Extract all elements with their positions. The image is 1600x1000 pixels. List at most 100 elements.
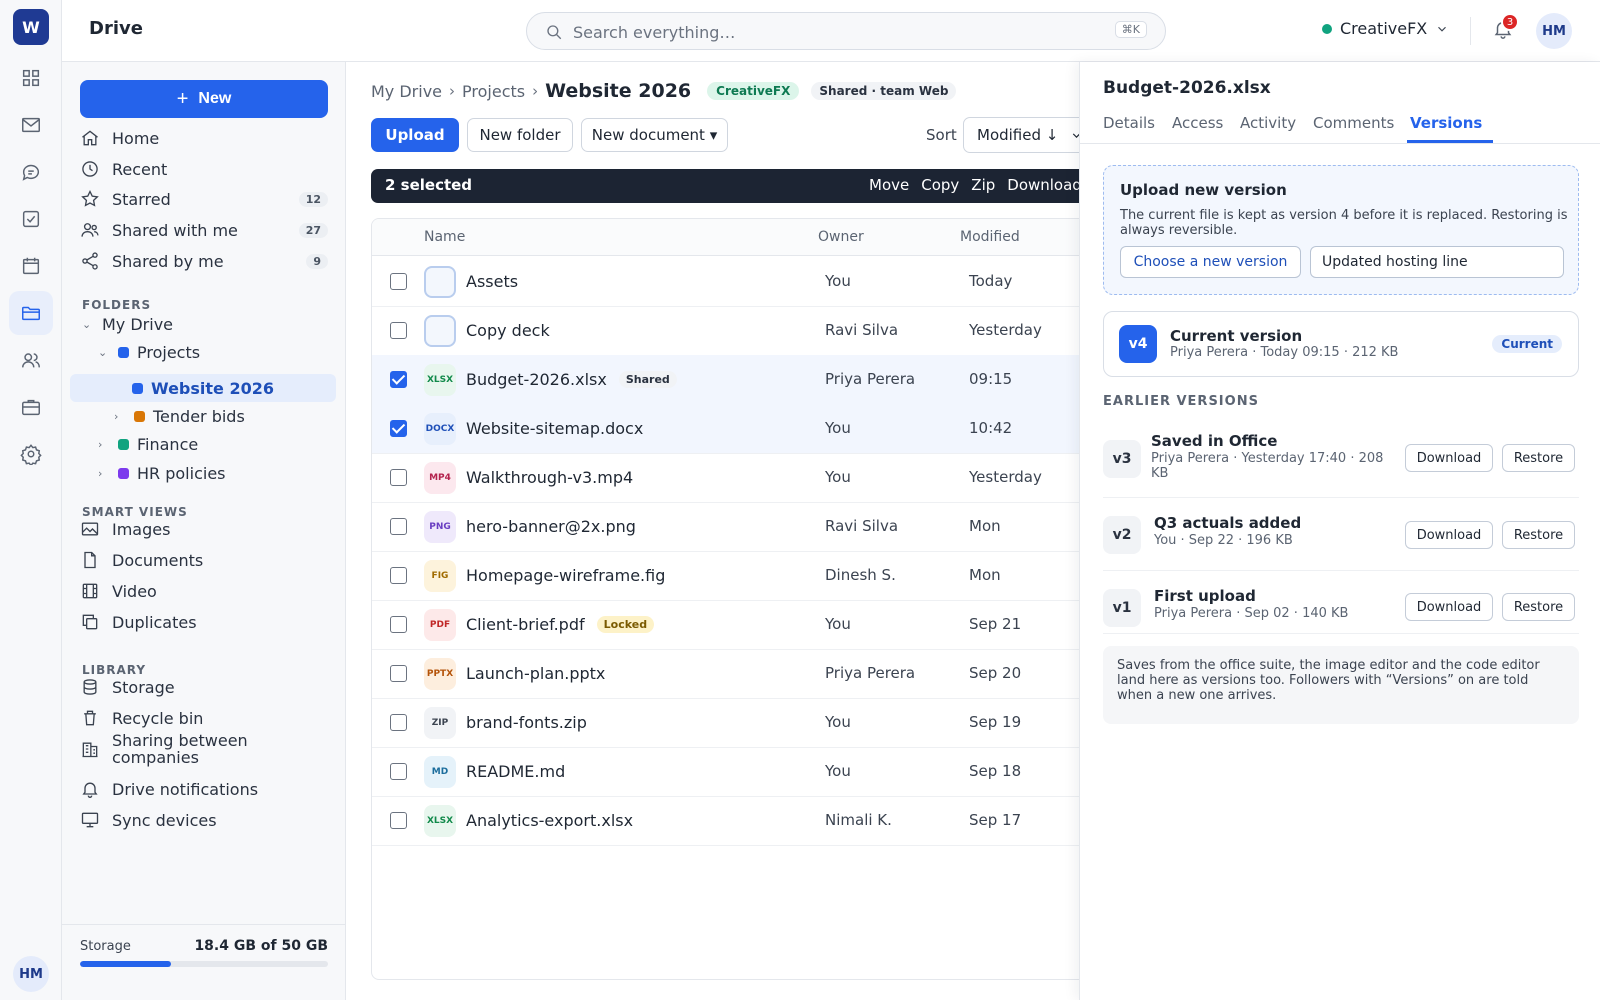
library-sync-devices[interactable]: Sync devices [80, 805, 328, 835]
restore-version-button[interactable]: Restore [1502, 521, 1575, 549]
file-name-cell[interactable]: Assets [466, 272, 518, 291]
download-action[interactable]: Download [1007, 176, 1079, 194]
calendar-icon[interactable] [9, 244, 53, 288]
row-checkbox[interactable] [390, 371, 407, 388]
row-checkbox[interactable] [390, 273, 407, 290]
row-checkbox[interactable] [390, 812, 407, 829]
apps-grid-icon[interactable] [9, 56, 53, 100]
account-avatar[interactable]: HM [1536, 13, 1572, 49]
folder-website-2026[interactable]: Website 2026 [132, 375, 274, 401]
library-sharing-between-companies[interactable]: Sharing between companies [80, 729, 328, 769]
sidebar-item-shared-with-me[interactable]: Shared with me 27 [80, 215, 328, 245]
tab-details[interactable]: Details [1103, 114, 1155, 132]
new-button[interactable]: + New [80, 80, 328, 118]
zip-action[interactable]: Zip [971, 176, 995, 194]
column-owner[interactable]: Owner [818, 229, 864, 245]
search-box[interactable]: ⌘K [526, 12, 1166, 50]
row-checkbox[interactable] [390, 567, 407, 584]
user-avatar[interactable]: HM [13, 956, 49, 992]
file-name-cell[interactable]: hero-banner@2x.png [466, 517, 636, 536]
row-checkbox[interactable] [390, 420, 407, 437]
file-name-cell[interactable]: Launch-plan.pptx [466, 664, 605, 683]
tab-access[interactable]: Access [1172, 114, 1223, 132]
drive-folder-icon[interactable] [9, 291, 53, 335]
people-icon[interactable] [9, 338, 53, 382]
table-row[interactable]: XLSX Budget-2026.xlsx Shared Priya Perera 09… [372, 355, 1079, 405]
new-folder-button[interactable]: New folder [467, 118, 573, 152]
chat-icon[interactable] [9, 150, 53, 194]
copy-action[interactable]: Copy [921, 176, 959, 194]
sidebar-item-shared-by-me[interactable]: Shared by me 9 [80, 246, 328, 276]
mail-icon[interactable] [9, 103, 53, 147]
breadcrumb-projects[interactable]: Projects [462, 82, 525, 101]
smart-view-images[interactable]: Images [80, 514, 328, 544]
sidebar-item-recent[interactable]: Recent [80, 154, 328, 184]
column-name[interactable]: Name [424, 229, 465, 245]
download-version-button[interactable]: Download [1405, 593, 1493, 621]
table-row[interactable]: XLSX Analytics-export.xlsx Nimali K. Sep 17 [372, 796, 1079, 846]
file-name-cell[interactable]: Walkthrough-v3.mp4 [466, 468, 633, 487]
table-row[interactable]: Copy deck Ravi Silva Yesterday [372, 306, 1079, 356]
library-storage[interactable]: Storage [80, 672, 328, 702]
table-row[interactable]: DOCX Website-sitemap.docx You 10:42 [372, 404, 1079, 454]
row-checkbox[interactable] [390, 714, 407, 731]
row-checkbox[interactable] [390, 518, 407, 535]
file-name-cell[interactable]: Homepage-wireframe.fig [466, 566, 665, 585]
table-row[interactable]: Assets You Today [372, 257, 1079, 307]
tab-activity[interactable]: Activity [1240, 114, 1296, 132]
chevron-right-icon[interactable]: › [98, 438, 110, 451]
row-checkbox[interactable] [390, 665, 407, 682]
briefcase-icon[interactable] [9, 385, 53, 429]
org-switcher[interactable]: CreativeFX [1322, 19, 1449, 38]
file-name-cell[interactable]: Copy deck [466, 321, 550, 340]
sidebar-item-home[interactable]: Home [80, 123, 328, 153]
row-checkbox[interactable] [390, 469, 407, 486]
folder-finance[interactable]: › Finance [98, 431, 198, 457]
version-note-input[interactable] [1310, 246, 1564, 278]
library-drive-notifications[interactable]: Drive notifications [80, 774, 328, 804]
table-row[interactable]: ZIP brand-fonts.zip You Sep 19 [372, 698, 1079, 748]
download-version-button[interactable]: Download [1405, 521, 1493, 549]
tab-comments[interactable]: Comments [1313, 114, 1394, 132]
table-row[interactable]: PDF Client-brief.pdf Locked You Sep 21 [372, 600, 1079, 650]
sort-select[interactable]: Modified ↓ [963, 117, 1079, 153]
folder-projects[interactable]: ⌄ Projects [98, 339, 200, 365]
tab-versions[interactable]: Versions [1410, 114, 1482, 132]
tasks-icon[interactable] [9, 197, 53, 241]
file-name-cell[interactable]: Website-sitemap.docx [466, 419, 643, 438]
restore-version-button[interactable]: Restore [1502, 444, 1575, 472]
file-name-cell[interactable]: Client-brief.pdf Locked [466, 615, 655, 634]
row-checkbox[interactable] [390, 616, 407, 633]
restore-version-button[interactable]: Restore [1502, 593, 1575, 621]
search-input[interactable] [573, 20, 1073, 44]
file-name-cell[interactable]: Budget-2026.xlsx Shared [466, 370, 677, 389]
smart-view-documents[interactable]: Documents [80, 545, 328, 575]
chevron-down-icon[interactable]: ⌄ [82, 318, 94, 331]
chevron-right-icon[interactable]: › [98, 467, 110, 480]
smart-view-video[interactable]: Video [80, 576, 328, 606]
table-row[interactable]: FIG Homepage-wireframe.fig Dinesh S. Mon [372, 551, 1079, 601]
column-modified[interactable]: Modified [960, 229, 1020, 245]
smart-view-duplicates[interactable]: Duplicates [80, 607, 328, 637]
table-row[interactable]: PNG hero-banner@2x.png Ravi Silva Mon [372, 502, 1079, 552]
table-row[interactable]: MP4 Walkthrough-v3.mp4 You Yesterday [372, 453, 1079, 503]
breadcrumb-my-drive[interactable]: My Drive [371, 82, 442, 101]
folder-hr-policies[interactable]: › HR policies [98, 460, 226, 486]
folder-tender-bids[interactable]: › Tender bids [114, 403, 245, 429]
move-action[interactable]: Move [869, 176, 909, 194]
file-name-cell[interactable]: brand-fonts.zip [466, 713, 587, 732]
table-row[interactable]: PPTX Launch-plan.pptx Priya Perera Sep 20 [372, 649, 1079, 699]
row-checkbox[interactable] [390, 322, 407, 339]
sidebar-item-starred[interactable]: Starred 12 [80, 184, 328, 214]
workspace-logo[interactable]: W [13, 9, 49, 45]
folder-my-drive[interactable]: ⌄ My Drive [82, 311, 173, 337]
download-version-button[interactable]: Download [1405, 444, 1493, 472]
new-document-button[interactable]: New document ▾ [581, 118, 728, 152]
upload-button[interactable]: Upload [371, 118, 459, 152]
table-row[interactable]: MD README.md You Sep 18 [372, 747, 1079, 797]
choose-version-button[interactable]: Choose a new version [1120, 246, 1301, 278]
chevron-down-icon[interactable]: ⌄ [98, 346, 110, 359]
file-name-cell[interactable]: Analytics-export.xlsx [466, 811, 633, 830]
row-checkbox[interactable] [390, 763, 407, 780]
chevron-right-icon[interactable]: › [114, 410, 126, 423]
